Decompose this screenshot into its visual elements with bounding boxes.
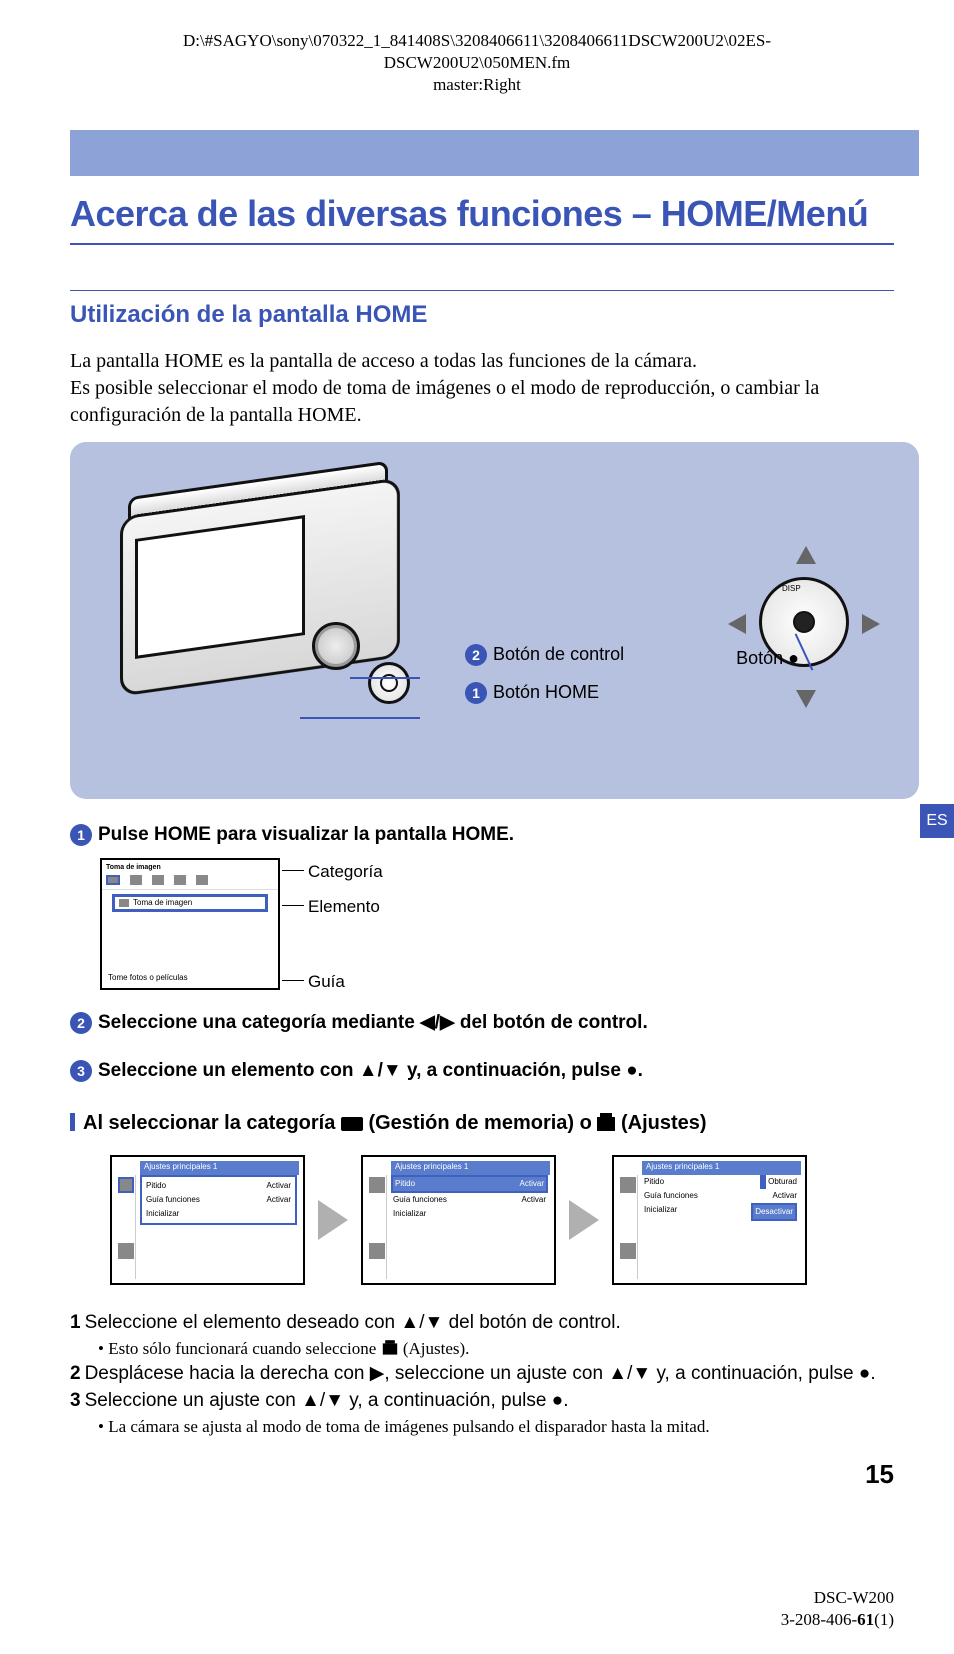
substep-2: 2Desplácese hacia la derecha con ▶, sele… <box>70 1361 904 1387</box>
page-title: Acerca de las diversas funciones – HOME/… <box>70 190 894 245</box>
settings-screen-3: Ajustes principales 1 PitidoObturad Guía… <box>612 1155 807 1285</box>
callout-guia: Guía <box>308 971 345 994</box>
settings-screen-1: Ajustes principales 1 PitidoActivar Guía… <box>110 1155 305 1285</box>
control-pad-illustration: DISP <box>724 542 884 712</box>
label-center-button: Botón ● <box>736 646 799 670</box>
arrow-right-icon <box>318 1200 348 1240</box>
heading-tick-icon <box>70 1113 75 1131</box>
settings-toolbox-icon <box>382 1343 396 1354</box>
mock-category-row: Toma de imagen <box>102 860 278 890</box>
substep-1: 1Seleccione el elemento deseado con ▲/▼ … <box>70 1310 904 1336</box>
bullet-3-icon: 3 <box>70 1060 92 1082</box>
callout-categoria: Categoría <box>308 861 383 884</box>
step-2: 2Seleccione una categoría mediante ◀/▶ d… <box>70 1010 894 1036</box>
bullet-2-icon: 2 <box>465 644 487 666</box>
memory-chip-icon <box>341 1117 363 1131</box>
page-number: 15 <box>865 1457 894 1492</box>
label-control-button: 2Botón de control <box>465 642 624 666</box>
sub-steps-list: 1Seleccione el elemento deseado con ▲/▼ … <box>70 1310 904 1439</box>
path-line-1: D:\#SAGYO\sony\070322_1_841408S\32084066… <box>60 30 894 52</box>
source-path-header: D:\#SAGYO\sony\070322_1_841408S\32084066… <box>60 30 894 96</box>
callout-elemento: Elemento <box>308 896 380 919</box>
step-3: 3Seleccione un elemento con ▲/▼ y, a con… <box>70 1058 894 1084</box>
footer-model: DSC-W200 <box>814 1587 894 1610</box>
bullet-1-icon: 1 <box>70 824 92 846</box>
bullet-2-icon: 2 <box>70 1012 92 1034</box>
mock-element-row: Toma de imagen <box>112 894 268 912</box>
settings-screen-2: Ajustes principales 1 PitidoActivar Guía… <box>361 1155 556 1285</box>
language-tab-es: ES <box>920 804 954 838</box>
mock-guide-row: Tome fotos o películas <box>108 973 188 984</box>
title-bar <box>70 130 919 176</box>
home-screen-mock: Toma de imagen Toma de imagen Tome fotos… <box>100 858 280 990</box>
settings-toolbox-icon <box>597 1117 615 1131</box>
arrow-right-icon <box>569 1200 599 1240</box>
settings-screens-row: Ajustes principales 1 PitidoActivar Guía… <box>110 1155 914 1285</box>
step-1: 1Pulse HOME para visualizar la pantalla … <box>70 822 894 848</box>
substep-3: 3Seleccione un ajuste con ▲/▼ y, a conti… <box>70 1388 904 1414</box>
path-line-2: DSCW200U2\050MEN.fm <box>60 52 894 74</box>
label-home-button: 1Botón HOME <box>465 680 599 704</box>
path-line-3: master:Right <box>60 74 894 96</box>
section-heading: Utilización de la pantalla HOME <box>70 290 894 331</box>
camera-illustration-panel: 2Botón de control 1Botón HOME DISP Botón… <box>70 442 919 799</box>
sub-section-heading: Al seleccionar la categoría (Gestión de … <box>70 1110 894 1137</box>
bullet-1-icon: 1 <box>465 682 487 704</box>
camera-illustration <box>100 467 440 727</box>
substep-1-note: • Esto sólo funcionará cuando seleccione… <box>70 1338 904 1361</box>
intro-paragraph: La pantalla HOME es la pantalla de acces… <box>70 348 894 429</box>
footer-docnum: 3-208-406-61(1) <box>781 1609 894 1632</box>
substep-3-note: • La cámara se ajusta al modo de toma de… <box>70 1416 904 1439</box>
pad-disp-label: DISP <box>782 584 801 595</box>
